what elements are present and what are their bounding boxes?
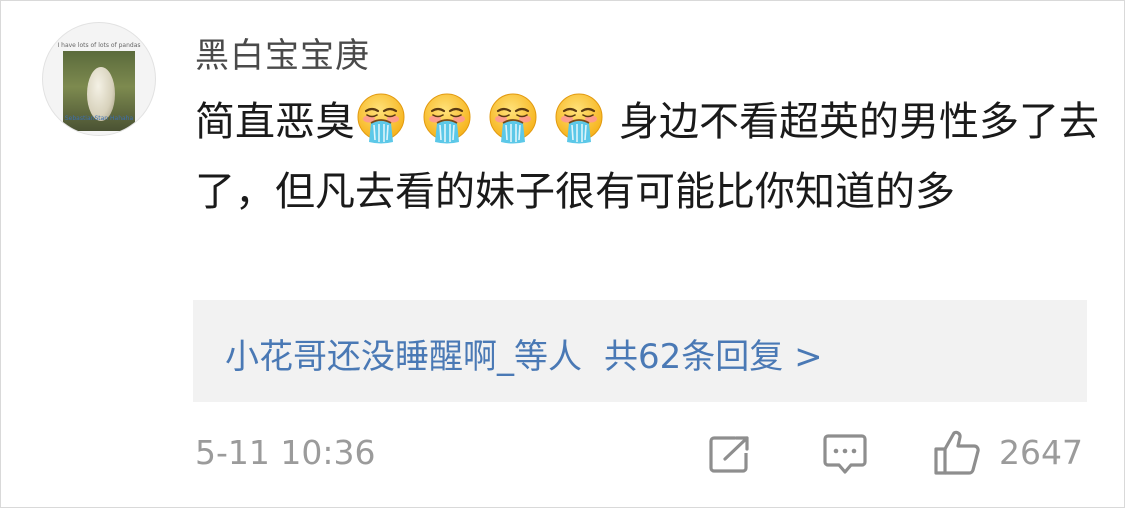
panda-image xyxy=(87,67,115,121)
comment-text-start: 简直恶臭 xyxy=(195,99,355,145)
reply-author[interactable]: 小花哥还没睡醒啊_等人 xyxy=(225,337,582,377)
comment-card: I have lots of lots of pandas SebastianS… xyxy=(0,0,1125,508)
timestamp: 5-11 10:36 xyxy=(195,433,376,472)
avatar[interactable]: I have lots of lots of pandas SebastianS… xyxy=(42,22,156,136)
replies-preview[interactable]: 小花哥还没睡醒啊_等人 共62条回复 > xyxy=(193,300,1087,402)
vomit-face-icon xyxy=(555,93,603,144)
vomit-face-icon xyxy=(357,93,405,144)
username[interactable]: 黑白宝宝庚 xyxy=(195,28,370,77)
emoji-row xyxy=(355,93,619,145)
comment-text: 简直恶臭 身边不看超英的男性多了去了，但凡去看的妹子很有可能比你知道的多 xyxy=(195,87,1100,227)
like-count: 2647 xyxy=(999,433,1083,472)
avatar-caption-bottom: SebastianStan Hahaha xyxy=(64,115,134,122)
vomit-face-icon xyxy=(489,93,537,144)
reply-count-link[interactable]: 共62条回复 > xyxy=(604,337,823,377)
vomit-face-icon xyxy=(423,93,471,144)
share-icon[interactable] xyxy=(709,435,751,473)
avatar-caption: I have lots of lots of pandas xyxy=(57,42,141,49)
thumbs-up-icon[interactable] xyxy=(933,430,981,476)
comment-icon[interactable] xyxy=(823,434,867,476)
